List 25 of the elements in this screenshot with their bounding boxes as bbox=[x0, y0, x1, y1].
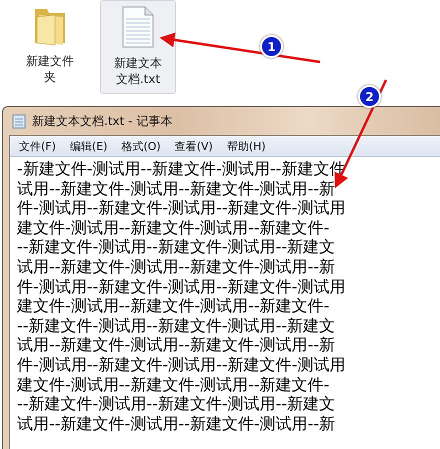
text-line: --新建文件-测试用--新建文件-测试用--新建文 bbox=[17, 237, 336, 257]
text-line: 建文件-测试用--新建文件-测试用--新建文件- bbox=[17, 374, 330, 394]
menu-item[interactable]: 文件(F) bbox=[19, 138, 56, 154]
text-line: --新建文件-测试用--新建文件-测试用--新建文 bbox=[17, 394, 336, 414]
notepad-icon bbox=[12, 113, 26, 129]
text-line: 建文件-测试用--新建文件-测试用--新建文件- bbox=[17, 218, 330, 238]
desktop-icon[interactable]: 新建文本文档.txt bbox=[100, 0, 176, 94]
step-number: 2 bbox=[358, 85, 381, 108]
text-line: 件-测试用--新建文件-测试用--新建文件-测试用 bbox=[17, 276, 346, 296]
text-line: --新建文件-测试用--新建文件-测试用--新建文 bbox=[17, 316, 336, 336]
menu-item[interactable]: 格式(O) bbox=[121, 138, 161, 154]
menu-item[interactable]: 帮助(H) bbox=[226, 138, 266, 154]
text-line: 件-测试用--新建文件-测试用--新建文件-测试用 bbox=[17, 354, 346, 375]
menu-item[interactable]: 编辑(E) bbox=[70, 138, 108, 154]
text-line: 建文件-测试用--新建文件-测试用--新建文件- bbox=[17, 296, 330, 316]
menu-item[interactable]: 查看(V) bbox=[174, 138, 213, 154]
text-line: 试用--新建文件-测试用--新建文件-测试用--新 bbox=[17, 178, 336, 198]
step-number: 1 bbox=[260, 35, 283, 58]
text-line: 试用--新建文件-测试用--新建文件-测试用--新 bbox=[17, 335, 336, 355]
window-title: 新建文本文档.txt - 记事本 bbox=[32, 112, 172, 130]
text-line: 件-测试用--新建文件-测试用--新建文件-测试用 bbox=[17, 198, 346, 218]
text-file-icon bbox=[121, 5, 155, 49]
desktop-icon[interactable]: 新建文件夹 bbox=[14, 0, 86, 92]
text-line: 试用--新建文件-测试用--新建文件-测试用--新 bbox=[17, 256, 336, 277]
text-line: 试用--新建文件-测试用--新建文件-测试用--新 bbox=[17, 414, 336, 434]
